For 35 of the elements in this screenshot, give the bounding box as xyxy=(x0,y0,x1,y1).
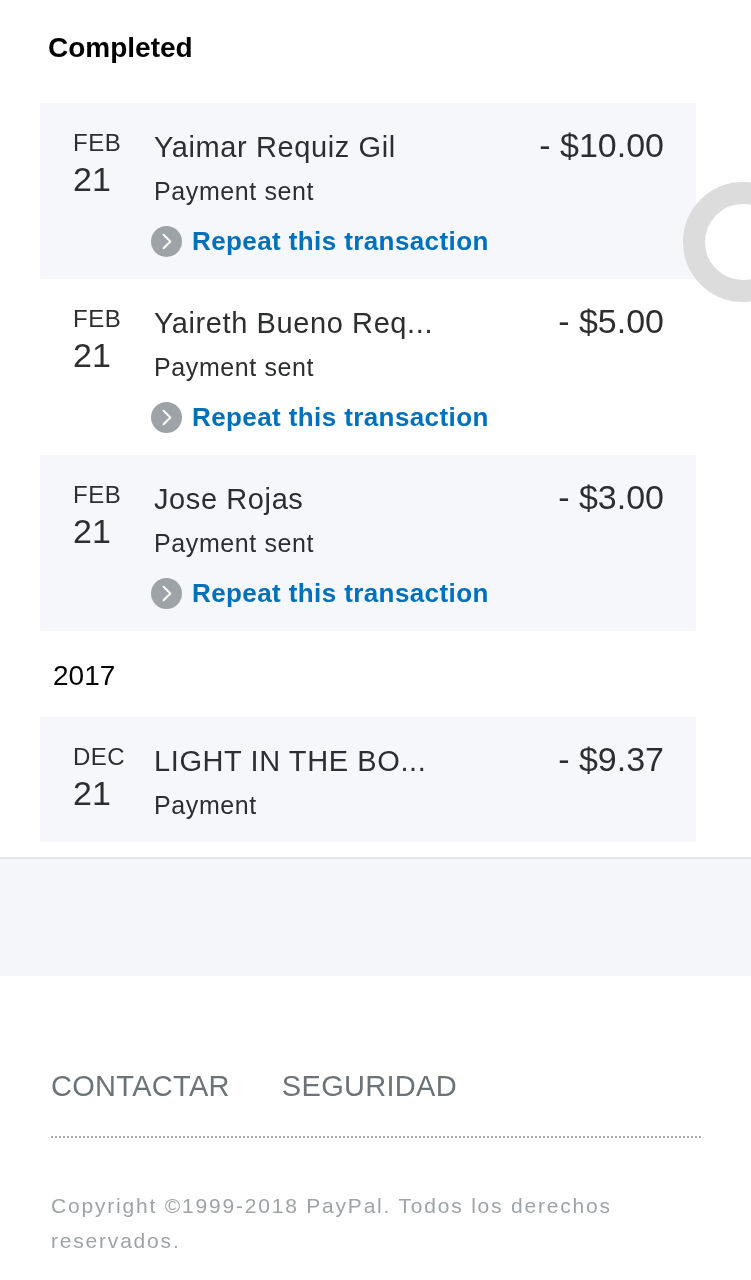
date-month: FEB xyxy=(73,129,123,157)
chevron-circle-icon xyxy=(151,401,182,433)
date-day: 21 xyxy=(73,512,154,550)
date-month: FEB xyxy=(73,305,123,333)
transaction-row[interactable]: FEB 21 Yaimar Requiz Gil Payment sent Repeat this transaction - $10.00 xyxy=(40,103,696,279)
transaction-type: Payment xyxy=(154,790,257,820)
year-heading: 2017 xyxy=(53,659,117,693)
repeat-transaction-link[interactable]: Repeat this transaction xyxy=(151,225,489,257)
footer-link[interactable]: CONTACTAR xyxy=(51,1069,230,1103)
transaction-amount: - $5.00 xyxy=(558,303,664,339)
copyright-text: Copyright ©1999-2018 PayPal. Todos los derechos reservados. xyxy=(51,1193,613,1254)
footer-link[interactable]: SEGURIDAD xyxy=(281,1069,457,1103)
date-day: 21 xyxy=(73,160,154,198)
transaction-row[interactable]: DEC 21 LIGHT IN THE BO... Payment - $9.37 xyxy=(40,717,696,842)
transaction-amount: - $9.37 xyxy=(558,741,664,777)
transaction-type: Payment sent xyxy=(154,528,315,558)
transaction-amount: - $10.00 xyxy=(539,127,664,163)
section-heading: Completed xyxy=(48,31,194,65)
repeat-transaction-link[interactable]: Repeat this transaction xyxy=(151,401,489,433)
payee-name: LIGHT IN THE BO... xyxy=(154,744,427,779)
repeat-transaction-link[interactable]: Repeat this transaction xyxy=(151,577,489,609)
chevron-circle-icon xyxy=(151,577,182,609)
date-month: DEC xyxy=(73,743,127,771)
payee-name: Jose Rojas xyxy=(154,482,304,517)
loading-ring-icon xyxy=(680,182,751,302)
transaction-type: Payment sent xyxy=(154,352,315,382)
payee-name: Yaimar Requiz Gil xyxy=(154,130,396,165)
transaction-type: Payment sent xyxy=(154,176,315,206)
date-month: FEB xyxy=(73,481,123,509)
transaction-row[interactable]: FEB 21 Jose Rojas Payment sent Repeat this transaction - $3.00 xyxy=(40,455,696,631)
date-day: 21 xyxy=(73,774,154,812)
transaction-amount: - $3.00 xyxy=(558,479,664,515)
date-day: 21 xyxy=(73,336,154,374)
chevron-circle-icon xyxy=(151,225,182,257)
payee-name: Yaireth Bueno Req... xyxy=(154,306,434,341)
